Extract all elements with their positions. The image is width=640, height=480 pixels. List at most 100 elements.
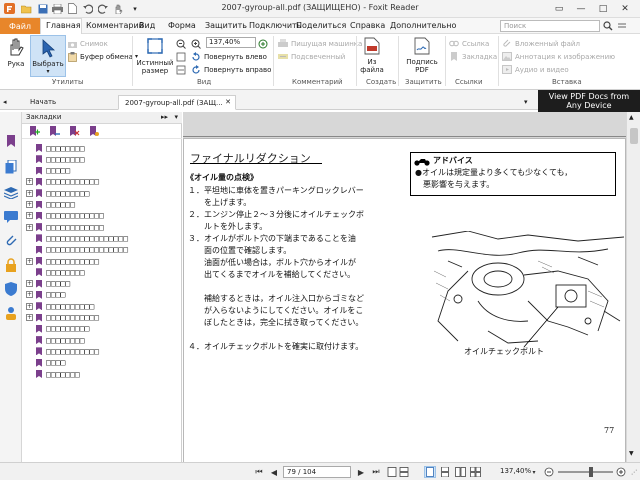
audio-video-button[interactable]: Аудио и видео <box>502 64 569 75</box>
menu-help[interactable]: Справка <box>350 21 385 30</box>
expand-bookmark-icon[interactable] <box>28 126 40 138</box>
bookmark-item[interactable]: + □□□□□□ <box>26 200 75 210</box>
typewriter-button[interactable]: Пишущая машинка <box>278 38 362 49</box>
expand-toggle-icon[interactable]: + <box>26 314 33 321</box>
select-tool-button[interactable]: Выбрать ▾ <box>30 35 66 77</box>
hand-tool-button[interactable]: Рука <box>4 37 28 68</box>
new-bookmark-icon[interactable] <box>48 126 60 138</box>
menu-form[interactable]: Форма <box>168 21 196 30</box>
security-panel-icon[interactable] <box>4 282 18 296</box>
menu-protect[interactable]: Защитить <box>205 21 247 30</box>
search-input[interactable]: Поиск <box>500 20 600 32</box>
continuous-view-icon[interactable] <box>398 466 410 478</box>
menu-home[interactable]: Главная <box>46 21 81 30</box>
bookmark-properties-icon[interactable] <box>88 126 100 138</box>
bookmark-item[interactable]: + □□□□□□□□□□□ <box>26 256 99 266</box>
expand-toggle-icon[interactable]: + <box>26 189 33 197</box>
expand-toggle-icon[interactable]: + <box>26 257 33 265</box>
sign-pdf-button[interactable]: Подпись PDF <box>402 37 442 74</box>
bookmark-item[interactable]: + □□□□ <box>26 290 65 300</box>
next-page-icon[interactable]: ▶ <box>355 466 367 478</box>
close-tab-icon[interactable]: ✕ <box>225 98 231 106</box>
link-button[interactable]: Ссылка <box>449 38 489 49</box>
actual-size-button[interactable]: Истинный размер <box>137 37 173 75</box>
fit-page-status-icon[interactable] <box>386 466 398 478</box>
zoom-out-button[interactable] <box>176 38 189 49</box>
continuous-page-view-icon[interactable] <box>439 466 451 478</box>
scroll-up-icon[interactable]: ▲ <box>629 114 634 121</box>
tab-document[interactable]: 2007-gyroup-all.pdf (ЗАЩ... ✕ <box>118 95 236 110</box>
bookmark-item[interactable]: □□□□□□□□ <box>26 154 85 164</box>
continuous-facing-view-icon[interactable] <box>469 466 481 478</box>
zoom-level-input[interactable]: 137,40% <box>206 37 256 48</box>
bookmark-item[interactable]: □□□□□□□□□□□ <box>26 346 99 356</box>
maximize-button[interactable]: □ <box>592 0 614 17</box>
bookmarks-panel-icon[interactable] <box>4 134 18 148</box>
bookmark-item[interactable]: □□□□□□□□□□□□□□□□□ <box>26 233 128 243</box>
facing-view-icon[interactable] <box>454 466 466 478</box>
menu-share[interactable]: Поделиться <box>296 21 346 30</box>
scroll-down-icon[interactable]: ▼ <box>629 450 634 457</box>
bookmark-item[interactable]: + □□□□□□□□□□ <box>26 301 94 311</box>
rotate-right-button[interactable]: Повернуть вправо <box>176 64 271 75</box>
close-button[interactable]: ✕ <box>614 0 636 17</box>
previous-page-icon[interactable]: ◀ <box>268 466 280 478</box>
menu-connect[interactable]: Подключить <box>249 21 301 30</box>
expand-toggle-icon[interactable]: + <box>26 178 33 186</box>
highlight-button[interactable]: Подсвеченный <box>278 51 345 62</box>
minimize-button[interactable]: — <box>570 0 592 17</box>
clipboard-button[interactable]: Буфер обмена ▾ <box>68 51 138 62</box>
zoom-slider[interactable] <box>558 471 613 473</box>
panel-menu-icon[interactable]: ▾ <box>174 112 178 123</box>
vertical-scrollbar[interactable]: ▲ ▼ <box>626 112 640 462</box>
document-viewport[interactable]: ファイナルリダクション 《オイル量の点検》 １．平坦地に車体を置きパーキングロッ… <box>183 112 640 462</box>
file-menu[interactable]: Файл <box>0 18 40 34</box>
menu-comment[interactable]: Комментарий <box>86 21 144 30</box>
search-icon[interactable] <box>602 20 614 32</box>
expand-toggle-icon[interactable]: + <box>26 212 33 220</box>
expand-toggle-icon[interactable]: + <box>26 291 33 299</box>
attachments-panel-icon[interactable] <box>4 234 18 248</box>
zoom-plus-button[interactable] <box>258 38 271 49</box>
tab-list-chevron-icon[interactable]: ▾ <box>522 95 530 110</box>
zoom-in-status-icon[interactable] <box>615 466 627 478</box>
bookmark-item[interactable]: □□□□□□□□ <box>26 267 85 277</box>
menu-view[interactable]: Вид <box>139 21 155 30</box>
bookmark-item[interactable]: □□□□ <box>26 358 65 368</box>
first-page-icon[interactable]: ⏮ <box>253 466 265 478</box>
page-number-input[interactable]: 79 / 104 <box>283 466 351 478</box>
single-page-view-icon[interactable] <box>424 466 436 478</box>
bookmark-item[interactable]: + □□□□□ <box>26 279 70 289</box>
bookmark-item[interactable]: + □□□□□□□□□□□ <box>26 177 99 187</box>
bookmark-item[interactable]: □□□□□□□□□ <box>26 324 89 334</box>
content-panel-icon[interactable] <box>4 306 18 320</box>
signatures-panel-icon[interactable] <box>4 258 18 272</box>
zoom-out-status-icon[interactable] <box>543 466 555 478</box>
bookmark-item[interactable]: + □□□□□□□□□□□ <box>26 313 99 323</box>
tab-start[interactable]: Начать <box>24 95 62 110</box>
delete-bookmark-icon[interactable] <box>68 126 80 138</box>
expand-toggle-icon[interactable]: + <box>26 201 33 208</box>
bookmark-item[interactable]: □□□□□ <box>26 166 70 176</box>
zoom-dropdown-icon[interactable]: ▾ <box>528 466 540 478</box>
expand-toggle-icon[interactable]: + <box>26 280 33 288</box>
ribbon-toggle-icon[interactable]: ▭ <box>548 0 570 17</box>
layers-panel-icon[interactable] <box>4 186 18 200</box>
image-annotation-button[interactable]: Аннотация к изображению <box>502 51 615 62</box>
last-page-icon[interactable]: ⏭ <box>370 466 382 478</box>
bookmark-item[interactable]: + □□□□□□□□□ <box>26 188 89 198</box>
tab-scroll-left-icon[interactable]: ◂ <box>0 95 20 110</box>
menu-extra[interactable]: Дополнительно <box>390 21 456 30</box>
bookmark-item[interactable]: + □□□□□□□□□□□□ <box>26 222 104 232</box>
bookmark-item[interactable]: □□□□□□□□□□□□□□□□□ <box>26 245 128 255</box>
promo-banner[interactable]: View PDF Docs from Any Device <box>538 90 640 112</box>
comments-panel-icon[interactable] <box>4 210 18 224</box>
bookmark-item[interactable]: □□□□□□□□ <box>26 143 85 153</box>
scrollbar-thumb[interactable] <box>630 128 638 144</box>
search-options-icon[interactable] <box>616 20 628 32</box>
zoom-slider-thumb[interactable] <box>589 467 593 477</box>
expand-toggle-icon[interactable]: + <box>26 223 33 231</box>
collapse-panel-icon[interactable]: ▸▸ <box>161 112 168 123</box>
zoom-in-button[interactable] <box>191 38 204 49</box>
pages-panel-icon[interactable] <box>4 160 18 174</box>
